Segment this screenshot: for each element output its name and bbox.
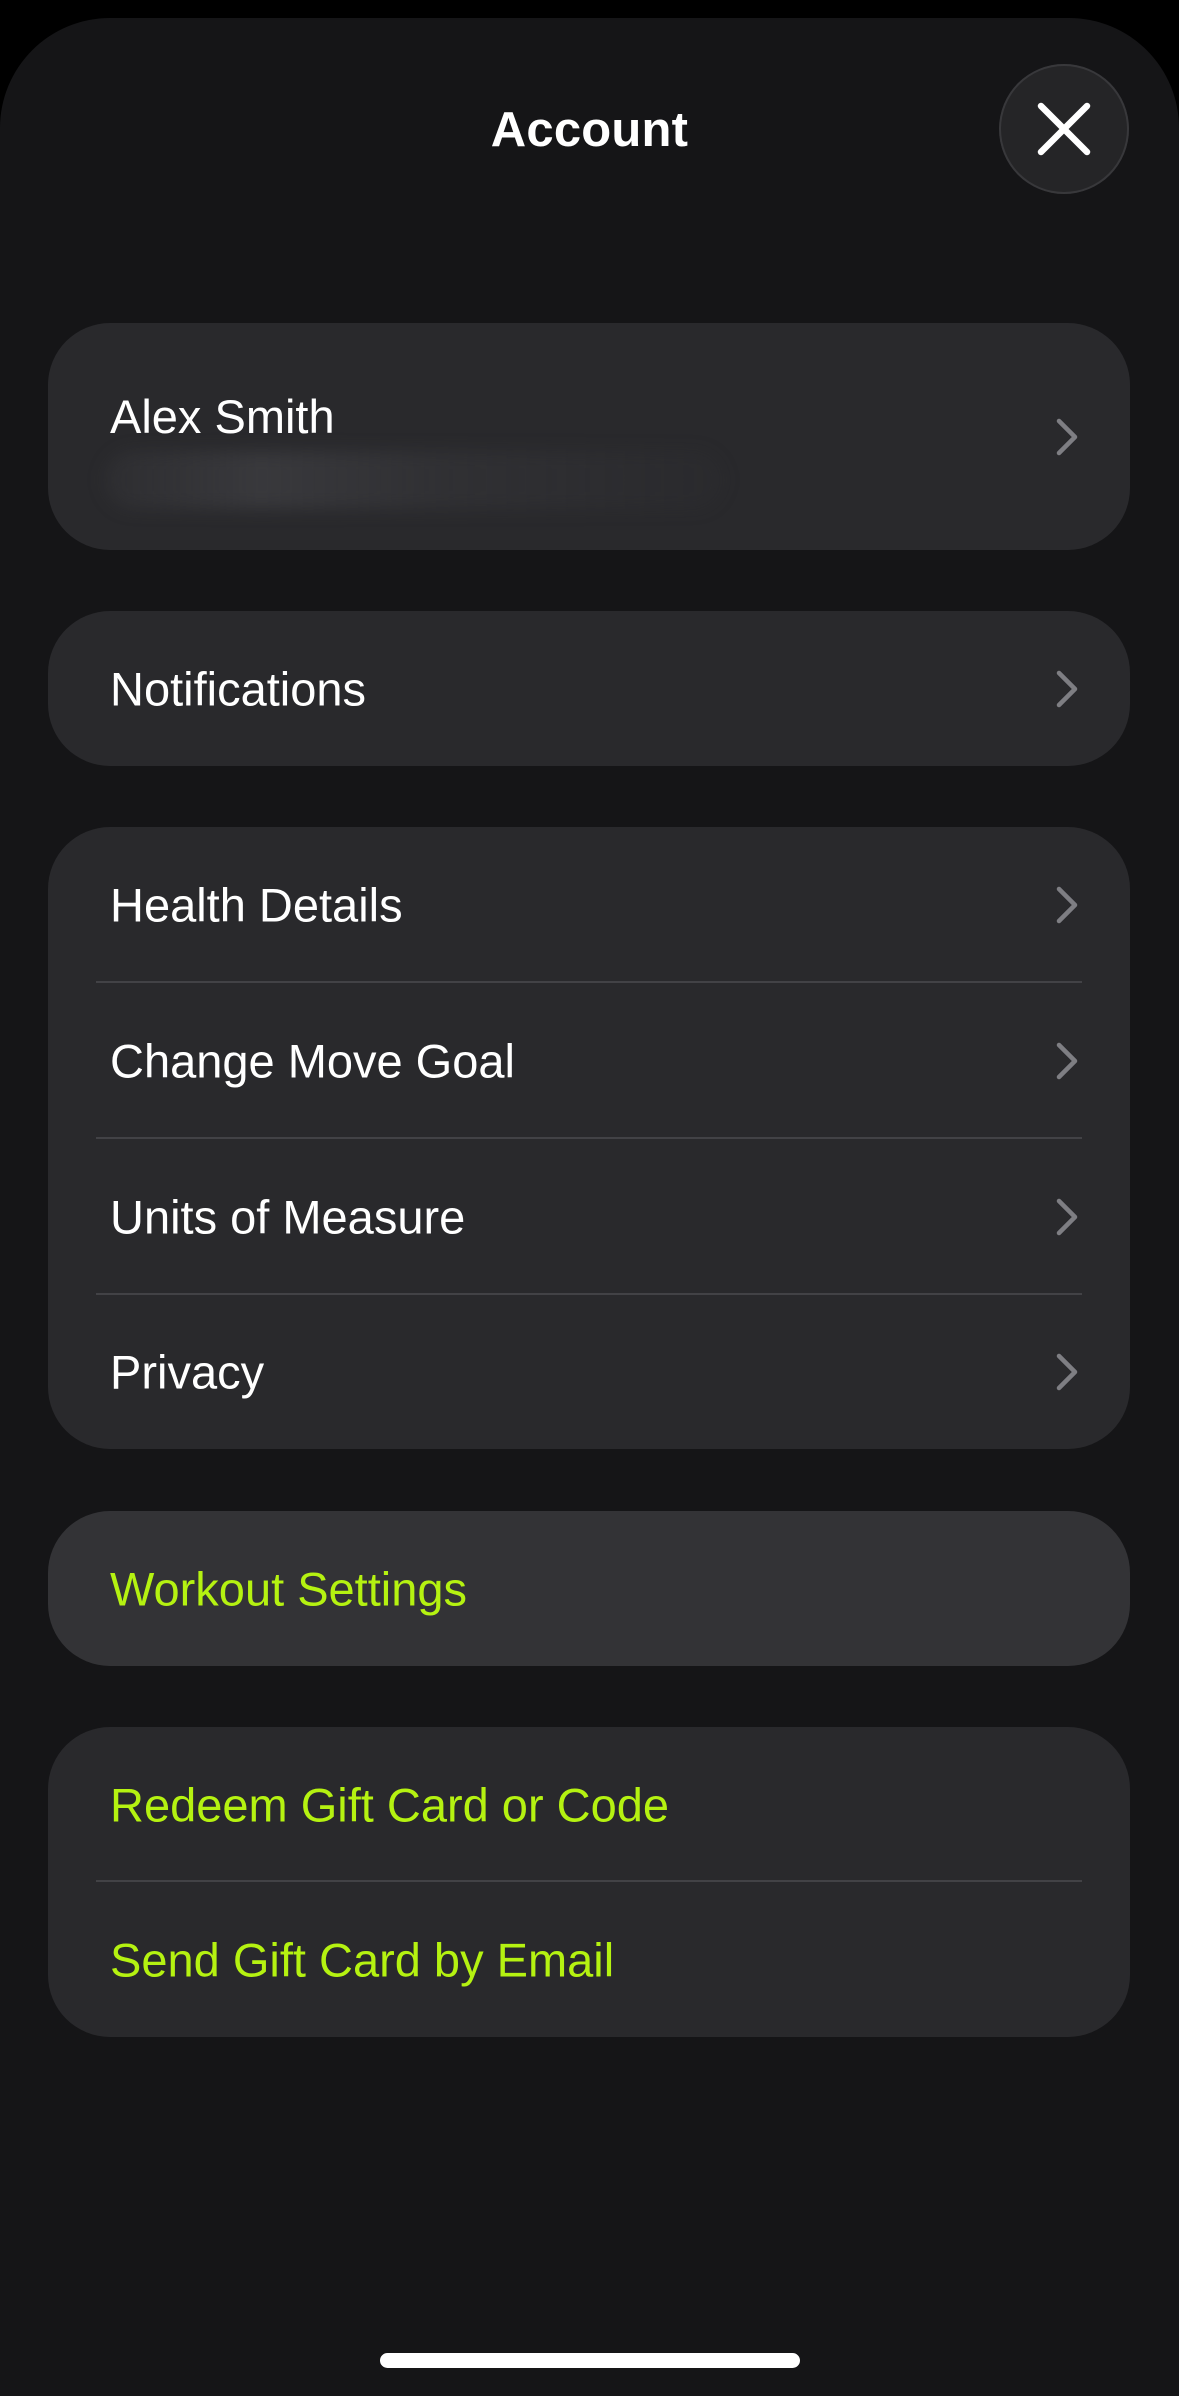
chevron-right-icon <box>1056 670 1078 707</box>
workout-settings-card: Workout Settings <box>48 1511 1130 1666</box>
settings-group: Health Details Change Move Goal Units of… <box>48 827 1130 1449</box>
redeem-gift-card-label: Redeem Gift Card or Code <box>110 1778 670 1831</box>
privacy-row[interactable]: Privacy <box>48 1295 1130 1449</box>
profile-name: Alex Smith <box>110 390 335 443</box>
workout-settings-row[interactable]: Workout Settings <box>48 1511 1130 1666</box>
chevron-right-icon <box>1056 886 1078 924</box>
chevron-right-icon <box>1056 1353 1078 1391</box>
close-x-icon <box>1037 102 1091 156</box>
units-of-measure-row[interactable]: Units of Measure <box>48 1139 1130 1295</box>
chevron-right-icon <box>1056 1198 1078 1236</box>
send-gift-card-label: Send Gift Card by Email <box>110 1933 615 1986</box>
home-indicator <box>380 2353 800 2368</box>
chevron-right-icon <box>1056 1042 1078 1080</box>
change-move-goal-row[interactable]: Change Move Goal <box>48 983 1130 1139</box>
notifications-label: Notifications <box>110 662 366 715</box>
send-gift-card-row[interactable]: Send Gift Card by Email <box>48 1882 1130 2037</box>
notifications-row[interactable]: Notifications <box>48 611 1130 766</box>
change-move-goal-label: Change Move Goal <box>110 1034 515 1088</box>
redeem-gift-card-row[interactable]: Redeem Gift Card or Code <box>48 1727 1130 1882</box>
privacy-label: Privacy <box>110 1345 265 1399</box>
notifications-card: Notifications <box>48 611 1130 766</box>
health-details-label: Health Details <box>110 878 403 932</box>
gift-card-group: Redeem Gift Card or Code Send Gift Card … <box>48 1727 1130 2037</box>
redacted-email <box>104 451 724 509</box>
profile-card[interactable]: Alex Smith <box>48 323 1130 550</box>
close-button[interactable] <box>999 64 1129 194</box>
health-details-row[interactable]: Health Details <box>48 827 1130 983</box>
units-of-measure-label: Units of Measure <box>110 1190 466 1244</box>
chevron-right-icon <box>1056 418 1078 455</box>
workout-settings-label: Workout Settings <box>110 1562 468 1615</box>
